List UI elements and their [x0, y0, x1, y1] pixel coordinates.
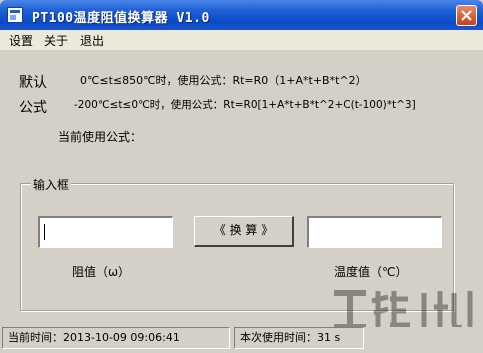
menu-exit[interactable]: 退出	[80, 32, 104, 49]
formula-range1: 0℃≤t≤850℃时，使用公式：Rt=R0（1+A*t+B*t^2）	[80, 74, 367, 87]
window-title: PT100温度阻值换算器 V1.0	[32, 11, 210, 26]
resistance-label: 阻值（ω）	[72, 265, 131, 279]
formula-label-line1: 默认	[19, 75, 47, 91]
menu-bar: 设置 关于 退出	[0, 30, 483, 50]
watermark-logo	[334, 290, 473, 330]
status-current-time: 当前时间：2013-10-09 09:06:41	[2, 327, 230, 349]
convert-button[interactable]: 《 换 算 》	[194, 216, 294, 247]
title-bar[interactable]: PT100温度阻值换算器 V1.0	[0, 0, 483, 30]
formula-range2: -200℃≤t≤0℃时，使用公式：Rt=R0[1+A*t+B*t^2+C(t-1…	[74, 99, 416, 111]
current-formula-label: 当前使用公式：	[58, 130, 143, 144]
close-button[interactable]	[456, 5, 477, 26]
resistance-input[interactable]	[38, 216, 173, 248]
input-group-title: 输入框	[31, 176, 72, 193]
formula-label-line2: 公式	[19, 100, 47, 116]
text-cursor	[44, 224, 45, 240]
temperature-label: 温度值（℃）	[334, 265, 408, 279]
status-usage-time: 本次使用时间：31 s	[234, 327, 364, 349]
status-bar: 当前时间：2013-10-09 09:06:41 本次使用时间：31 s	[0, 327, 483, 353]
menu-settings[interactable]: 设置	[9, 32, 33, 49]
temperature-input[interactable]	[307, 216, 442, 248]
app-icon[interactable]	[7, 7, 23, 23]
close-icon	[461, 10, 472, 21]
menu-about[interactable]: 关于	[44, 32, 68, 49]
